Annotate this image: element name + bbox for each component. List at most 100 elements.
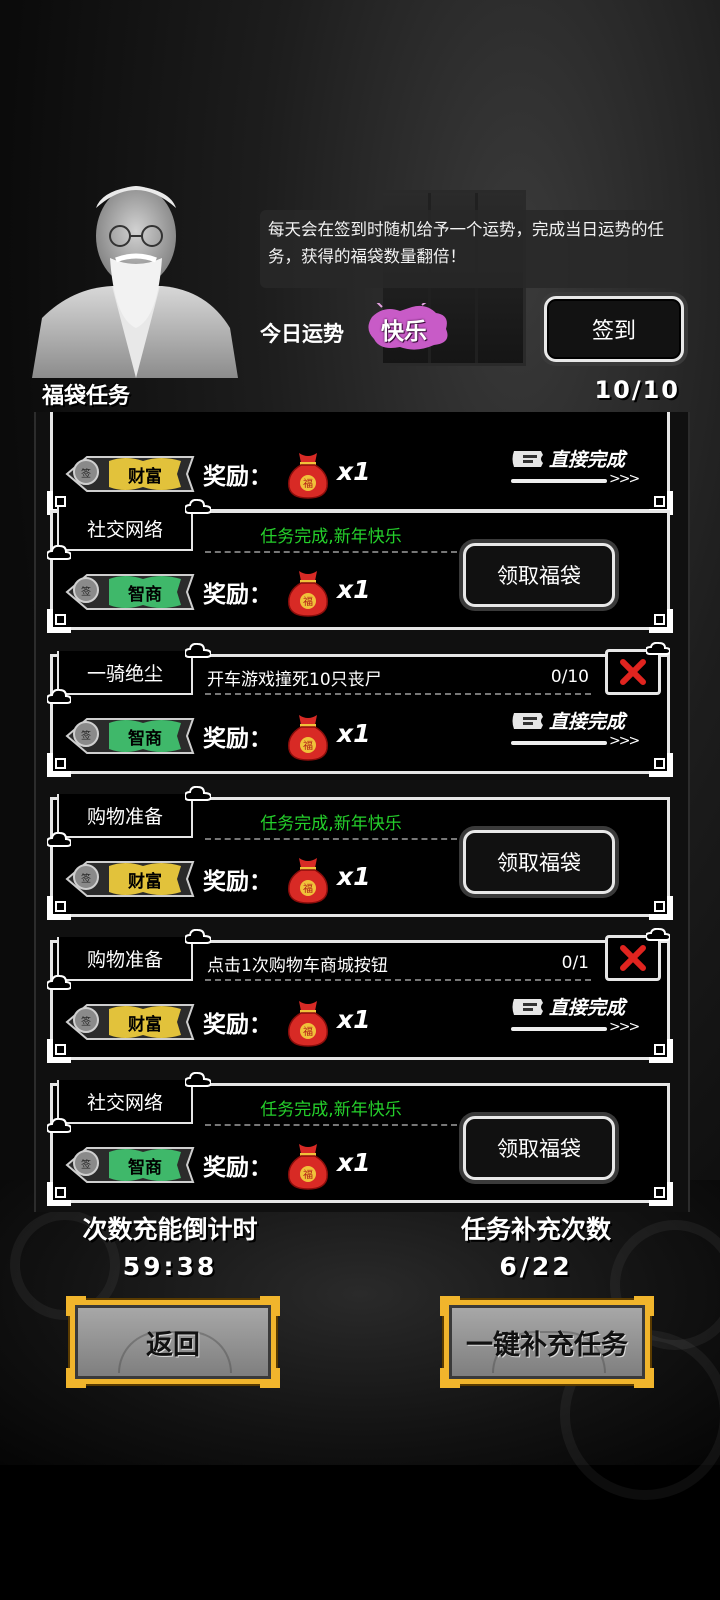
direct-complete-label: 直接完成 xyxy=(549,711,626,733)
task-description: 开车游戏撞死10只丧尸 0/10 xyxy=(205,661,591,695)
refill-stat: 任务补充次数 6/22 xyxy=(406,1210,666,1281)
attribute-tag: 签 财富 xyxy=(65,858,195,900)
claim-bag-button[interactable]: 领取福袋 xyxy=(463,543,615,607)
lucky-bag-icon: 福 xyxy=(288,453,328,499)
seal-icon: 签 xyxy=(73,721,99,747)
task-title-text: 购物准备 xyxy=(86,805,163,828)
task-description: 点击1次购物车商城按钮 0/1 xyxy=(205,947,591,981)
attribute-tag: 签 智商 xyxy=(65,1144,195,1186)
svg-text:福: 福 xyxy=(303,1025,313,1038)
cloud-icon xyxy=(646,642,670,655)
abandon-task-button[interactable] xyxy=(605,642,670,695)
lucky-bag-icon: 福 xyxy=(288,715,328,761)
refill-label: 任务补充次数 xyxy=(460,1215,611,1244)
claim-bag-button[interactable]: 领取福袋 xyxy=(463,1116,615,1180)
task-status: 任务完成,新年快乐 xyxy=(205,804,457,840)
task-count: 10/10 xyxy=(594,376,680,404)
reward-multiplier: x1 xyxy=(337,1148,371,1177)
task-status: 任务完成,新年快乐 xyxy=(205,517,457,553)
cloud-icon xyxy=(47,832,71,847)
reward-label: 奖励： xyxy=(203,1155,272,1181)
back-button-label: 返回 xyxy=(146,1329,200,1361)
task-status: 任务完成,新年快乐 xyxy=(205,1090,457,1126)
reward-multiplier: x1 xyxy=(337,1005,371,1034)
reward-label: 奖励： xyxy=(203,582,272,608)
reward-label: 奖励： xyxy=(203,464,272,490)
reward-multiplier: x1 xyxy=(337,575,371,604)
seal-icon: 签 xyxy=(73,1007,99,1033)
cloud-icon xyxy=(185,929,211,944)
task-card: 一骑绝尘 开车游戏撞死10只丧尸 0/10 签 智商 奖励： 福 x1 直接完成 >>> xyxy=(47,642,673,777)
svg-text:福: 福 xyxy=(303,882,313,895)
cloud-icon xyxy=(185,1072,211,1087)
lucky-bag-icon: 福 xyxy=(288,1001,328,1047)
svg-text:福: 福 xyxy=(303,595,313,608)
ticket-icon xyxy=(512,999,543,1015)
lucky-bag-icon: 福 xyxy=(288,1144,328,1190)
reward-multiplier: x1 xyxy=(337,719,371,748)
attribute-tag: 签 财富 xyxy=(65,1001,195,1043)
elder-portrait-image xyxy=(32,186,238,378)
reward-label: 奖励： xyxy=(203,869,272,895)
task-goal: 点击1次购物车商城按钮 xyxy=(207,955,388,976)
refill-value: 6/22 xyxy=(499,1252,573,1281)
refill-all-button-label: 一键补充任务 xyxy=(466,1329,628,1361)
countdown-label: 次数充能倒计时 xyxy=(82,1215,258,1244)
task-title: 一骑绝尘 xyxy=(47,643,211,704)
reward-label: 奖励： xyxy=(203,726,272,752)
direct-complete-label: 直接完成 xyxy=(549,449,626,471)
cloud-icon xyxy=(185,643,211,658)
attribute-tag: 签 智商 xyxy=(65,571,195,613)
seal-icon: 签 xyxy=(73,864,99,890)
abandon-task-button[interactable] xyxy=(605,928,670,981)
task-title-text: 一骑绝尘 xyxy=(86,662,163,685)
claim-bag-button[interactable]: 领取福袋 xyxy=(463,830,615,894)
refill-all-button[interactable]: 一键补充任务 xyxy=(440,1296,654,1388)
cloud-icon xyxy=(646,928,670,941)
countdown-value: 59:38 xyxy=(122,1252,218,1281)
attribute-label: 智商 xyxy=(128,584,162,605)
cloud-icon xyxy=(47,975,71,990)
arrows-icon: >>> xyxy=(609,733,640,749)
attribute-tag: 签 财富 xyxy=(65,453,195,495)
seal-icon: 签 xyxy=(73,1150,99,1176)
lucky-bag-icon: 福 xyxy=(288,571,328,617)
direct-complete-button[interactable]: 直接完成 >>> xyxy=(511,445,651,493)
fortune-value: 快乐 xyxy=(381,319,427,345)
signin-button[interactable]: 签到 xyxy=(544,296,684,362)
fortune-badge: 快乐 xyxy=(366,298,456,353)
svg-text:福: 福 xyxy=(303,739,313,752)
task-title-text: 购物准备 xyxy=(86,948,163,971)
cloud-icon xyxy=(47,545,71,560)
countdown-stat: 次数充能倒计时 59:38 xyxy=(40,1210,300,1281)
task-card: 购物准备 点击1次购物车商城按钮 0/1 签 财富 奖励： 福 x1 直接完成 >>> xyxy=(47,928,673,1063)
task-title-text: 社交网络 xyxy=(86,518,163,541)
reward-multiplier: x1 xyxy=(337,457,371,486)
task-progress: 0/10 xyxy=(550,667,589,687)
direct-complete-label: 直接完成 xyxy=(549,997,626,1019)
ticket-icon xyxy=(512,451,543,467)
arrows-icon: >>> xyxy=(609,1019,640,1035)
seal-icon: 签 xyxy=(73,577,99,603)
fortune-notice: 每天会在签到时随机给予一个运势，完成当日运势的任务，获得的福袋数量翻倍！ xyxy=(260,210,684,288)
task-list[interactable]: 签财富 奖励：福 x1 直接完成 >>> 社交网络 任务完成,新年快乐签智商 奖励：福 x1 领取… xyxy=(34,412,690,1212)
task-title-text: 社交网络 xyxy=(86,1091,163,1114)
attribute-label: 智商 xyxy=(128,728,162,749)
direct-complete-button[interactable]: 直接完成 >>> xyxy=(511,707,651,755)
cloud-icon xyxy=(185,499,211,514)
task-title: 社交网络 xyxy=(47,1072,211,1133)
reward-label: 奖励： xyxy=(203,1012,272,1038)
task-card: 购物准备 任务完成,新年快乐签 财富 奖励： 福 x1 领取福袋 xyxy=(47,786,673,920)
task-card: 签 财富 奖励： 福 x1 直接完成 >>> xyxy=(47,412,673,515)
close-icon xyxy=(620,945,646,971)
seal-icon: 签 xyxy=(73,459,99,485)
back-button[interactable]: 返回 xyxy=(66,1296,280,1388)
svg-text:福: 福 xyxy=(303,477,313,490)
direct-complete-button[interactable]: 直接完成 >>> xyxy=(511,993,651,1041)
arrows-icon: >>> xyxy=(609,471,640,487)
lucky-bag-icon: 福 xyxy=(288,858,328,904)
section-title: 福袋任务 xyxy=(42,384,131,409)
progress-bar xyxy=(511,479,607,483)
ticket-icon xyxy=(512,713,543,729)
cloud-icon xyxy=(47,689,71,704)
